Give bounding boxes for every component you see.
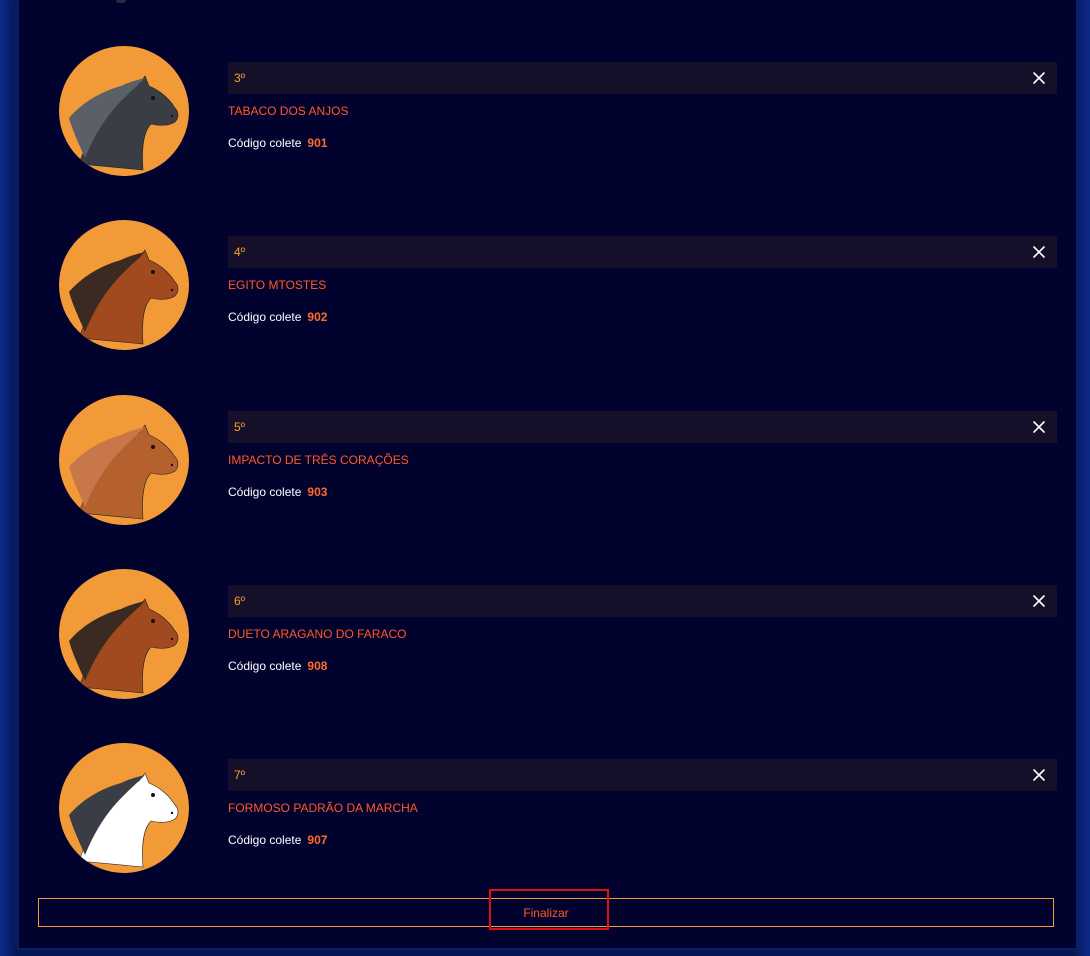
horse-name: FORMOSO PADRÃO DA MARCHA bbox=[228, 801, 418, 815]
vest-code: Código colete 902 bbox=[228, 309, 327, 325]
ranking-entry: 5º IMPACTO DE TRÊS CORAÇÕES Código colet… bbox=[59, 395, 1059, 535]
horse-name: DUETO ARAGANO DO FARACO bbox=[228, 627, 407, 641]
horse-avatar bbox=[59, 569, 189, 699]
vest-code: Código colete 907 bbox=[228, 832, 327, 848]
vest-code-label: Código colete bbox=[228, 485, 302, 499]
ranking-entry: 3º TABACO DOS ANJOS Código colete 901 bbox=[59, 46, 1059, 186]
position-text: 4º bbox=[234, 245, 246, 259]
position-field[interactable]: 3º bbox=[228, 62, 1057, 94]
horse-avatar bbox=[59, 395, 189, 525]
horse-name: EGITO MTOSTES bbox=[228, 278, 327, 292]
ranking-entry: 4º EGITO MTOSTES Código colete 902 bbox=[59, 220, 1059, 360]
horse-head-chestnut-icon bbox=[69, 249, 179, 345]
vest-code-label: Código colete bbox=[228, 833, 302, 847]
vest-code: Código colete 903 bbox=[228, 484, 327, 500]
horse-head-bay-icon bbox=[69, 424, 179, 520]
position-field[interactable]: 7º bbox=[228, 759, 1057, 791]
horse-head-chestnut-icon bbox=[69, 598, 179, 694]
vest-code: Código colete 901 bbox=[228, 135, 327, 151]
vest-code-label: Código colete bbox=[228, 310, 302, 324]
close-icon[interactable] bbox=[1031, 419, 1047, 435]
vest-code: Código colete 908 bbox=[228, 658, 327, 674]
position-field[interactable]: 4º bbox=[228, 236, 1057, 268]
vest-code-value: 901 bbox=[307, 136, 328, 150]
vest-code-value: 902 bbox=[307, 310, 328, 324]
horse-name: IMPACTO DE TRÊS CORAÇÕES bbox=[228, 453, 409, 467]
close-icon[interactable] bbox=[1031, 767, 1047, 783]
position-field[interactable]: 6º bbox=[228, 585, 1057, 617]
finish-button[interactable]: Finalizar bbox=[38, 898, 1054, 927]
horse-avatar bbox=[59, 46, 189, 176]
scroll-remnant bbox=[116, 0, 126, 3]
close-icon[interactable] bbox=[1031, 593, 1047, 609]
horse-avatar bbox=[59, 743, 189, 873]
horse-avatar bbox=[59, 220, 189, 350]
ranking-entry: 7º FORMOSO PADRÃO DA MARCHA Código colet… bbox=[59, 743, 1059, 883]
ranking-entry: 6º DUETO ARAGANO DO FARACO Código colete… bbox=[59, 569, 1059, 709]
vest-code-value: 908 bbox=[307, 659, 328, 673]
close-icon[interactable] bbox=[1031, 244, 1047, 260]
position-field[interactable]: 5º bbox=[228, 411, 1057, 443]
vest-code-label: Código colete bbox=[228, 659, 302, 673]
vest-code-label: Código colete bbox=[228, 136, 302, 150]
position-text: 5º bbox=[234, 420, 246, 434]
position-text: 7º bbox=[234, 768, 246, 782]
horse-head-white-icon bbox=[69, 772, 179, 868]
vest-code-value: 907 bbox=[307, 833, 328, 847]
position-text: 6º bbox=[234, 594, 246, 608]
vest-code-value: 903 bbox=[307, 485, 328, 499]
close-icon[interactable] bbox=[1031, 70, 1047, 86]
position-text: 3º bbox=[234, 71, 246, 85]
horse-name: TABACO DOS ANJOS bbox=[228, 104, 349, 118]
horse-head-dark-icon bbox=[69, 75, 179, 171]
